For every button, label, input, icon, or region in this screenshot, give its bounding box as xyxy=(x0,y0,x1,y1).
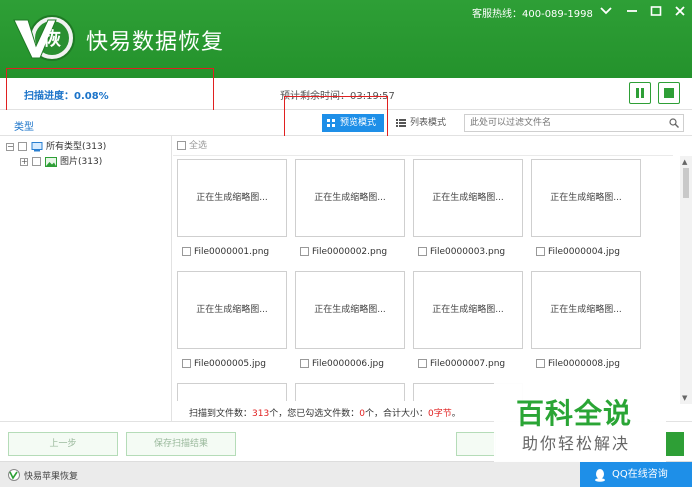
service-hotline: 客服热线：400-089-1998 xyxy=(472,9,593,20)
app-logo-icon: 恢 xyxy=(13,15,75,61)
qq-consult-label: QQ在线咨询 xyxy=(612,469,668,480)
svg-text:恢: 恢 xyxy=(43,28,61,50)
watermark: 百科全说 助你轻松解决 xyxy=(494,378,666,462)
file-thumbnail[interactable]: 正在生成缩略图... xyxy=(177,159,287,237)
maximize-button[interactable] xyxy=(646,2,666,20)
dropdown-menu-button[interactable] xyxy=(596,2,616,20)
file-thumbnail[interactable]: 正在生成缩略图... xyxy=(531,159,641,237)
tree-label-all: 所有类型(313) xyxy=(46,142,107,152)
file-name: File0000007.png xyxy=(430,359,506,369)
file-checkbox[interactable] xyxy=(300,359,309,368)
file-item-1[interactable]: File0000001.png xyxy=(182,246,269,258)
close-button[interactable] xyxy=(670,2,690,20)
app-title: 快易数据恢复 xyxy=(86,30,225,55)
scrollbar-thumb[interactable] xyxy=(683,168,689,198)
total-size: 0字节 xyxy=(427,409,452,419)
status-text: 。 xyxy=(451,409,461,419)
stop-button[interactable] xyxy=(658,82,680,104)
file-thumbnail[interactable]: 正在生成缩略图... xyxy=(413,271,523,349)
pause-button[interactable] xyxy=(629,82,651,104)
footer-bar: 快易苹果恢复 QQ在线咨询 xyxy=(0,461,692,487)
save-scan-result-button[interactable]: 保存扫描结果 xyxy=(126,432,236,456)
apple-recovery-link[interactable]: 快易苹果恢复 xyxy=(8,469,78,482)
file-checkbox[interactable] xyxy=(536,247,545,256)
image-icon xyxy=(45,157,57,167)
list-mode-label: 列表模式 xyxy=(410,118,447,128)
tree-checkbox[interactable] xyxy=(32,157,41,166)
file-thumbnail[interactable]: 正在生成缩略图... xyxy=(413,159,523,237)
found-count: 313 xyxy=(252,409,270,419)
file-name: File0000008.jpg xyxy=(548,359,620,369)
qq-penguin-icon xyxy=(595,469,605,482)
highlight-box-progress xyxy=(6,68,214,111)
watermark-subtitle: 助你轻松解决 xyxy=(522,434,631,453)
file-item-2[interactable]: File0000002.png xyxy=(300,246,387,258)
expand-icon[interactable]: + xyxy=(20,158,28,166)
type-label: 类型 xyxy=(14,122,34,133)
file-checkbox[interactable] xyxy=(536,359,545,368)
recover-button-partial[interactable] xyxy=(666,432,684,456)
file-name: File0000003.png xyxy=(430,247,506,257)
minimize-button[interactable] xyxy=(622,2,642,20)
file-thumbnail-partial[interactable] xyxy=(295,383,405,401)
select-all-label: 全选 xyxy=(189,141,208,151)
file-name: File0000004.jpg xyxy=(548,247,620,257)
tree-label-images: 图片(313) xyxy=(60,157,103,167)
filter-box xyxy=(464,114,684,132)
chevron-down-icon xyxy=(600,7,612,15)
apple-recovery-label: 快易苹果恢复 xyxy=(24,472,79,482)
tree-checkbox[interactable] xyxy=(18,142,27,151)
file-checkbox[interactable] xyxy=(418,247,427,256)
computer-icon xyxy=(31,142,43,152)
scroll-down-icon[interactable]: ▼ xyxy=(682,394,687,402)
file-thumbnail[interactable]: 正在生成缩略图... xyxy=(531,271,641,349)
file-type-tree: − 所有类型(313) + 图片(313) xyxy=(0,136,172,421)
search-icon[interactable] xyxy=(669,118,679,128)
select-all[interactable]: 全选 xyxy=(177,140,207,152)
file-thumbnail-partial[interactable] xyxy=(177,383,287,401)
prev-step-button[interactable]: 上一步 xyxy=(8,432,118,456)
watermark-title: 百科全说 xyxy=(516,397,633,430)
maximize-icon xyxy=(650,6,662,16)
file-checkbox[interactable] xyxy=(182,247,191,256)
file-item-6[interactable]: File0000006.jpg xyxy=(300,358,384,370)
scroll-up-icon[interactable]: ▲ xyxy=(682,158,687,166)
file-checkbox[interactable] xyxy=(418,359,427,368)
file-thumbnail[interactable]: 正在生成缩略图... xyxy=(295,271,405,349)
file-item-7[interactable]: File0000007.png xyxy=(418,358,505,370)
file-name: File0000002.png xyxy=(312,247,388,257)
file-thumbnail[interactable]: 正在生成缩略图... xyxy=(295,159,405,237)
minimize-icon xyxy=(627,10,637,12)
status-text: 个，您已勾选文件数： xyxy=(269,409,360,419)
file-checkbox[interactable] xyxy=(300,247,309,256)
next-step-button-partial[interactable] xyxy=(456,432,496,456)
file-checkbox[interactable] xyxy=(182,359,191,368)
app-small-logo-icon xyxy=(8,469,20,481)
select-all-checkbox[interactable] xyxy=(177,141,186,150)
status-text: 扫描到文件数： xyxy=(189,409,253,419)
file-item-4[interactable]: File0000004.jpg xyxy=(536,246,620,258)
divider xyxy=(173,155,673,156)
file-item-5[interactable]: File0000005.jpg xyxy=(182,358,266,370)
qq-consult-button[interactable]: QQ在线咨询 xyxy=(580,462,692,487)
scan-status-line: 扫描到文件数：313个，您已勾选文件数：0个，合计大小：0字节。 xyxy=(189,406,461,419)
vertical-scrollbar[interactable]: ▲ ▼ xyxy=(680,156,692,404)
title-bar: 恢 快易数据恢复 客服热线：400-089-1998 xyxy=(0,0,692,78)
file-item-8[interactable]: File0000008.jpg xyxy=(536,358,620,370)
file-thumbnail[interactable]: 正在生成缩略图... xyxy=(177,271,287,349)
close-icon xyxy=(675,6,685,16)
collapse-icon[interactable]: − xyxy=(6,143,14,151)
filter-input[interactable] xyxy=(465,115,661,131)
file-item-3[interactable]: File0000003.png xyxy=(418,246,505,258)
file-name: File0000001.png xyxy=(194,247,270,257)
status-text: 个，合计大小： xyxy=(364,409,428,419)
file-name: File0000006.jpg xyxy=(312,359,384,369)
file-name: File0000005.jpg xyxy=(194,359,266,369)
list-mode-button[interactable]: 列表模式 xyxy=(396,114,446,132)
list-icon xyxy=(396,119,406,127)
